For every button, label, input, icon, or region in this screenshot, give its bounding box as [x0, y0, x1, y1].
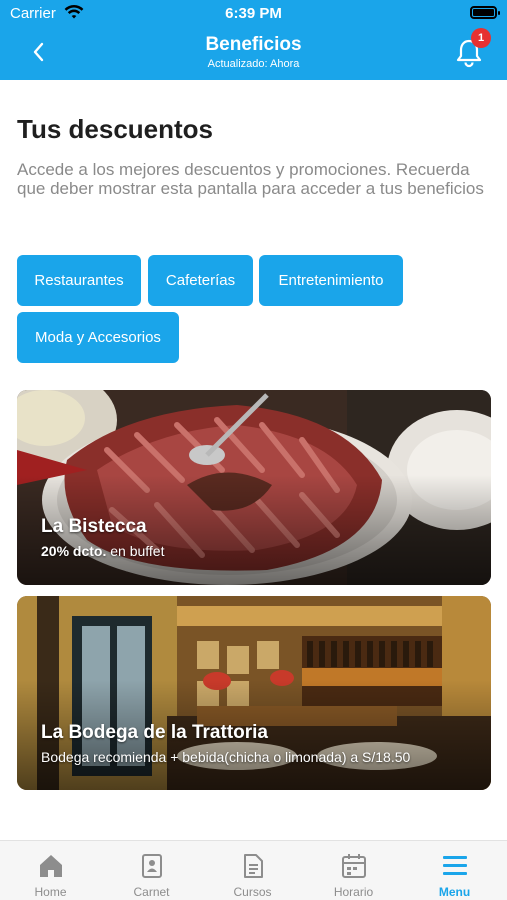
offer-name: La Bodega de la Trattoria [41, 722, 268, 743]
tab-menu[interactable]: Menu [404, 841, 505, 900]
tab-cursos[interactable]: Cursos [202, 841, 303, 900]
battery-icon [470, 6, 500, 19]
section-heading: Tus descuentos [17, 114, 214, 144]
tab-carnet[interactable]: Carnet [101, 841, 202, 900]
offer-name: La Bistecca [41, 516, 147, 537]
tab-label: Carnet [133, 885, 170, 899]
top-bar: Carrier 6:39 PM Beneficios Actualizado: … [0, 0, 507, 80]
offer-deal: 20% dcto. en buffet [41, 543, 165, 559]
section-description: Accede a los mejores descuentos y promoc… [17, 160, 484, 198]
bottom-tab-bar: Home Carnet Cursos Horario Menu [0, 840, 507, 900]
category-chip-entretenimiento[interactable]: Entretenimiento [259, 255, 403, 306]
tab-label: Menu [438, 885, 471, 899]
status-bar: Carrier 6:39 PM [0, 0, 507, 28]
category-chip-restaurantes[interactable]: Restaurantes [17, 255, 141, 306]
tab-label: Cursos [233, 885, 272, 899]
tab-horario[interactable]: Horario [303, 841, 404, 900]
offer-card-bodega[interactable]: La Bodega de la Trattoria Bodega recomie… [17, 596, 491, 790]
category-chip-cafeterias[interactable]: Cafeterías [148, 255, 253, 306]
category-chip-moda[interactable]: Moda y Accesorios [17, 312, 179, 363]
id-card-icon [141, 854, 162, 878]
document-icon [243, 854, 263, 878]
tab-label: Horario [333, 885, 374, 899]
tab-home[interactable]: Home [0, 841, 101, 900]
status-time: 6:39 PM [225, 5, 282, 22]
offer-card-bistecca[interactable]: La Bistecca 20% dcto. en buffet [17, 390, 491, 585]
notification-badge: 1 [471, 28, 491, 48]
home-icon [39, 855, 62, 877]
menu-icon [442, 856, 467, 875]
page-title: Beneficios [205, 34, 302, 55]
calendar-icon [341, 854, 366, 878]
tab-label: Home [34, 885, 67, 899]
offer-deal: Bodega recomienda + bebida(chicha o limo… [41, 749, 411, 765]
updated-subtitle: Actualizado: Ahora [207, 58, 300, 70]
